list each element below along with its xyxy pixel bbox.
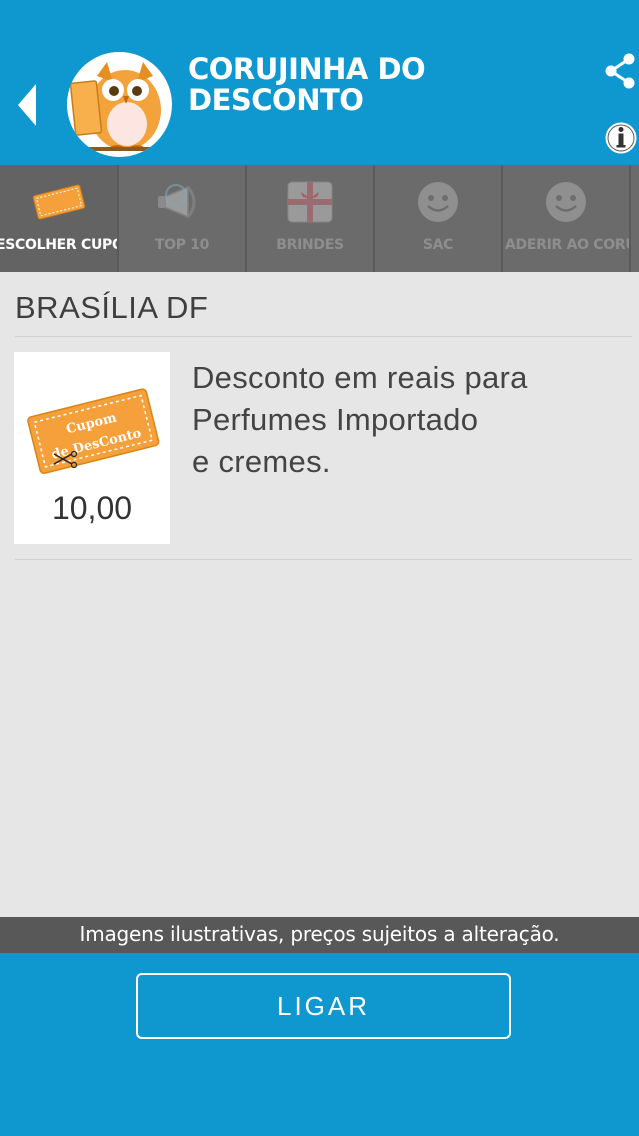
tab-brindes[interactable]: BRINDES: [247, 165, 375, 272]
megaphone-icon: [154, 177, 210, 227]
back-button[interactable]: [14, 80, 44, 130]
tab-label: TOP 10: [154, 237, 210, 253]
share-icon: [605, 53, 635, 89]
tab-aderir-ao-corujinha[interactable]: ADERIR AO CORUJINHA: [503, 165, 631, 272]
tab-top-10[interactable]: TOP 10: [119, 165, 247, 272]
smiley-icon: [538, 177, 594, 227]
disclaimer-text: Imagens ilustrativas, preços sujeitos a …: [0, 917, 639, 953]
owl-logo-icon: [67, 52, 171, 156]
coupon-card[interactable]: Cupom de DesConto 10,00: [14, 352, 170, 544]
app-logo: [67, 52, 172, 157]
category-tab-bar: ESCOLHER CUPOM TOP 10 BRINDES: [0, 165, 639, 272]
chevron-left-icon: [18, 84, 36, 126]
smiley-icon: [410, 177, 466, 227]
coupon-badge-icon: Cupom de DesConto: [27, 388, 160, 475]
footer-bar: LIGAR: [0, 953, 639, 1136]
divider: [15, 559, 632, 560]
app-title: CORUJINHA DO DESCONTO: [188, 52, 426, 117]
coupon-description[interactable]: Desconto em reais para Perfumes Importad…: [192, 357, 612, 483]
tab-label: ADERIR AO CORUJINHA: [505, 237, 629, 253]
tab-sac[interactable]: SAC: [375, 165, 503, 272]
divider: [15, 336, 632, 337]
info-button[interactable]: [604, 120, 638, 156]
gift-icon: [282, 177, 338, 227]
tab-label: ESCOLHER CUPOM: [0, 237, 117, 253]
tab-escolher-cupom[interactable]: ESCOLHER CUPOM: [0, 165, 119, 272]
coupon-price: 10,00: [51, 490, 133, 526]
app-title-line2: DESCONTO: [188, 83, 364, 117]
app-title-line1: CORUJINHA DO: [188, 52, 426, 86]
tab-label: SAC: [422, 237, 454, 253]
info-icon: [605, 122, 637, 154]
section-title: BRASÍLIA DF: [15, 290, 209, 325]
app-header: CORUJINHA DO DESCONTO: [0, 0, 639, 165]
coupon-icon: [31, 177, 87, 227]
tab-label: BRINDES: [276, 237, 344, 253]
share-button[interactable]: [603, 52, 637, 90]
call-button[interactable]: LIGAR: [136, 973, 511, 1039]
